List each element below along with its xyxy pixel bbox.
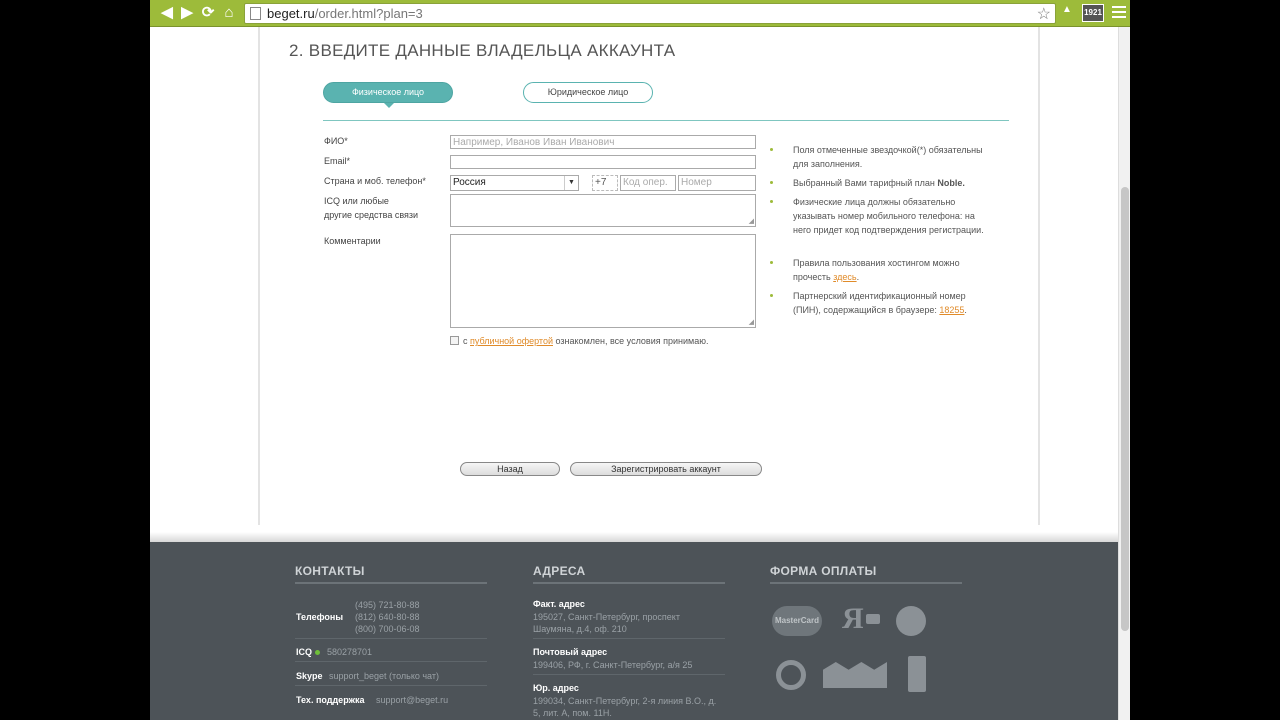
- legal-address-line2: 5, лит. А, пом. 11Н.: [533, 708, 612, 718]
- divider: [323, 120, 1009, 121]
- page-icon: [250, 7, 261, 20]
- page-content: 2. ВВЕДИТЕ ДАННЫЕ ВЛАДЕЛЬЦА АККАУНТА Физ…: [150, 27, 1118, 720]
- support-email[interactable]: support@beget.ru: [376, 694, 448, 706]
- comment-textarea[interactable]: ◢: [450, 234, 756, 328]
- bullet-icon: [770, 148, 773, 151]
- divider: [533, 582, 725, 584]
- icq-label-line2: другие средства связи: [324, 210, 419, 220]
- legal-address-label: Юр. адрес: [533, 683, 579, 693]
- fio-label: ФИО*: [324, 136, 348, 146]
- divider: [295, 638, 487, 639]
- back-arrow-icon[interactable]: ◀: [158, 4, 176, 22]
- phones-label: Телефоны: [296, 612, 344, 622]
- resize-handle-icon[interactable]: ◢: [749, 319, 754, 326]
- offer-link[interactable]: публичной офертой: [470, 336, 553, 346]
- divider: [295, 685, 487, 686]
- country-value: Россия: [453, 177, 486, 188]
- scrollbar-thumb[interactable]: [1121, 187, 1129, 631]
- skype-label: Skype: [296, 671, 323, 681]
- phone-number-input[interactable]: Номер: [678, 175, 756, 191]
- extension-badge[interactable]: 1921: [1082, 4, 1104, 22]
- bullet-icon: [770, 181, 773, 184]
- reload-icon[interactable]: ⟳: [199, 4, 217, 22]
- info-physical: Физические лица должны обязательно указы…: [770, 195, 990, 237]
- email-input[interactable]: [450, 155, 756, 169]
- online-status-icon: [315, 650, 321, 655]
- divider: [770, 582, 962, 584]
- webmoney-icon: [776, 660, 806, 690]
- operator-code-input[interactable]: Код опер.: [620, 175, 676, 191]
- menu-icon[interactable]: [1112, 6, 1126, 21]
- info-plan: Выбранный Вами тарифный план Noble.: [770, 176, 990, 190]
- phone-2: (812) 640-80-88: [355, 612, 420, 622]
- home-icon[interactable]: ⌂: [220, 4, 238, 22]
- bullet-icon: [770, 261, 773, 264]
- divider: [533, 674, 725, 675]
- browser-window: ◀ ▶ ⟳ ⌂ beget.ru/order.html?plan=3 ☆ ▲ 1…: [150, 0, 1130, 720]
- divider: [295, 661, 487, 662]
- mastercard-icon: MasterCard: [772, 606, 822, 636]
- agree-checkbox[interactable]: [450, 336, 459, 345]
- phone-prefix: +7: [592, 175, 618, 191]
- divider: [533, 638, 725, 639]
- fact-address-line2: Шаумяна, д.4, оф. 210: [533, 624, 627, 634]
- post-address-label: Почтовый адрес: [533, 647, 608, 657]
- chevron-down-icon[interactable]: ▼: [564, 176, 578, 190]
- icq-value: 580278701: [327, 647, 373, 657]
- payment-terminal-icon: [908, 656, 926, 692]
- email-label: Email*: [324, 156, 351, 166]
- fact-address-line1: 195027, Санкт-Петербург, проспект: [533, 612, 680, 622]
- resize-handle-icon[interactable]: ◢: [749, 218, 754, 225]
- address-bar[interactable]: beget.ru/order.html?plan=3 ☆: [244, 3, 1056, 24]
- info-partner: Партнерский идентификационный номер (ПИН…: [770, 289, 990, 317]
- phone-label: Страна и моб. телефон*: [324, 176, 426, 186]
- contacts-title: КОНТАКТЫ: [295, 564, 365, 578]
- comment-label: Комментарии: [324, 236, 381, 246]
- back-button[interactable]: Назад: [460, 462, 560, 476]
- divider: [295, 582, 487, 584]
- extension-icon[interactable]: ▲: [1062, 4, 1072, 22]
- agree-text: с публичной офертой ознакомлен, все усло…: [463, 336, 709, 346]
- addresses-title: АДРЕСА: [533, 564, 586, 578]
- support-label: Тех. поддержка: [296, 695, 365, 705]
- legal-address-line1: 199034, Санкт-Петербург, 2-я линия В.О.,…: [533, 696, 717, 706]
- partner-pin-link[interactable]: 18255: [939, 305, 964, 315]
- phone-3: (800) 700-06-08: [355, 624, 420, 634]
- yandex-money-icon: Я: [842, 602, 864, 635]
- fact-address-label: Факт. адрес: [533, 599, 585, 609]
- phone-1: (495) 721-80-88: [355, 600, 420, 610]
- scrollbar[interactable]: [1118, 27, 1130, 720]
- wallet-icon: [866, 614, 880, 624]
- post-address-value: 199406, РФ, г. Санкт-Петербург, а/я 25: [533, 660, 693, 670]
- sberbank-icon: [896, 606, 926, 636]
- rules-link[interactable]: здесь: [833, 272, 856, 282]
- footer: КОНТАКТЫ Телефоны (495) 721-80-88 (812) …: [150, 542, 1118, 720]
- tab-physical-person[interactable]: Физическое лицо: [323, 82, 453, 108]
- icq-textarea[interactable]: ◢: [450, 194, 756, 227]
- info-required: Поля отмеченные звездочкой(*) обязательн…: [770, 143, 990, 171]
- skype-value: support_beget (только чат): [329, 671, 439, 681]
- fio-input[interactable]: Например, Иванов Иван Иванович: [450, 135, 756, 149]
- bullet-icon: [770, 200, 773, 203]
- icq-label: ICQ: [296, 647, 323, 657]
- browser-toolbar: ◀ ▶ ⟳ ⌂ beget.ru/order.html?plan=3 ☆ ▲ 1…: [150, 0, 1130, 27]
- info-rules: Правила пользования хостингом можно проч…: [770, 256, 990, 284]
- bullet-icon: [770, 294, 773, 297]
- section-title: 2. ВВЕДИТЕ ДАННЫЕ ВЛАДЕЛЬЦА АККАУНТА: [289, 41, 676, 60]
- country-select[interactable]: Россия ▼: [450, 175, 579, 191]
- tab-legal-entity[interactable]: Юридическое лицо: [523, 82, 653, 103]
- register-button[interactable]: Зарегистрировать аккаунт: [570, 462, 762, 476]
- payment-title: ФОРМА ОПЛАТЫ: [770, 564, 877, 578]
- bank-transfer-icon: [823, 662, 887, 688]
- icq-label-line1: ICQ или любые: [324, 196, 389, 206]
- forward-arrow-icon[interactable]: ▶: [178, 4, 196, 22]
- bookmark-star-icon[interactable]: ☆: [1037, 4, 1051, 24]
- url-text: beget.ru/order.html?plan=3: [267, 6, 423, 21]
